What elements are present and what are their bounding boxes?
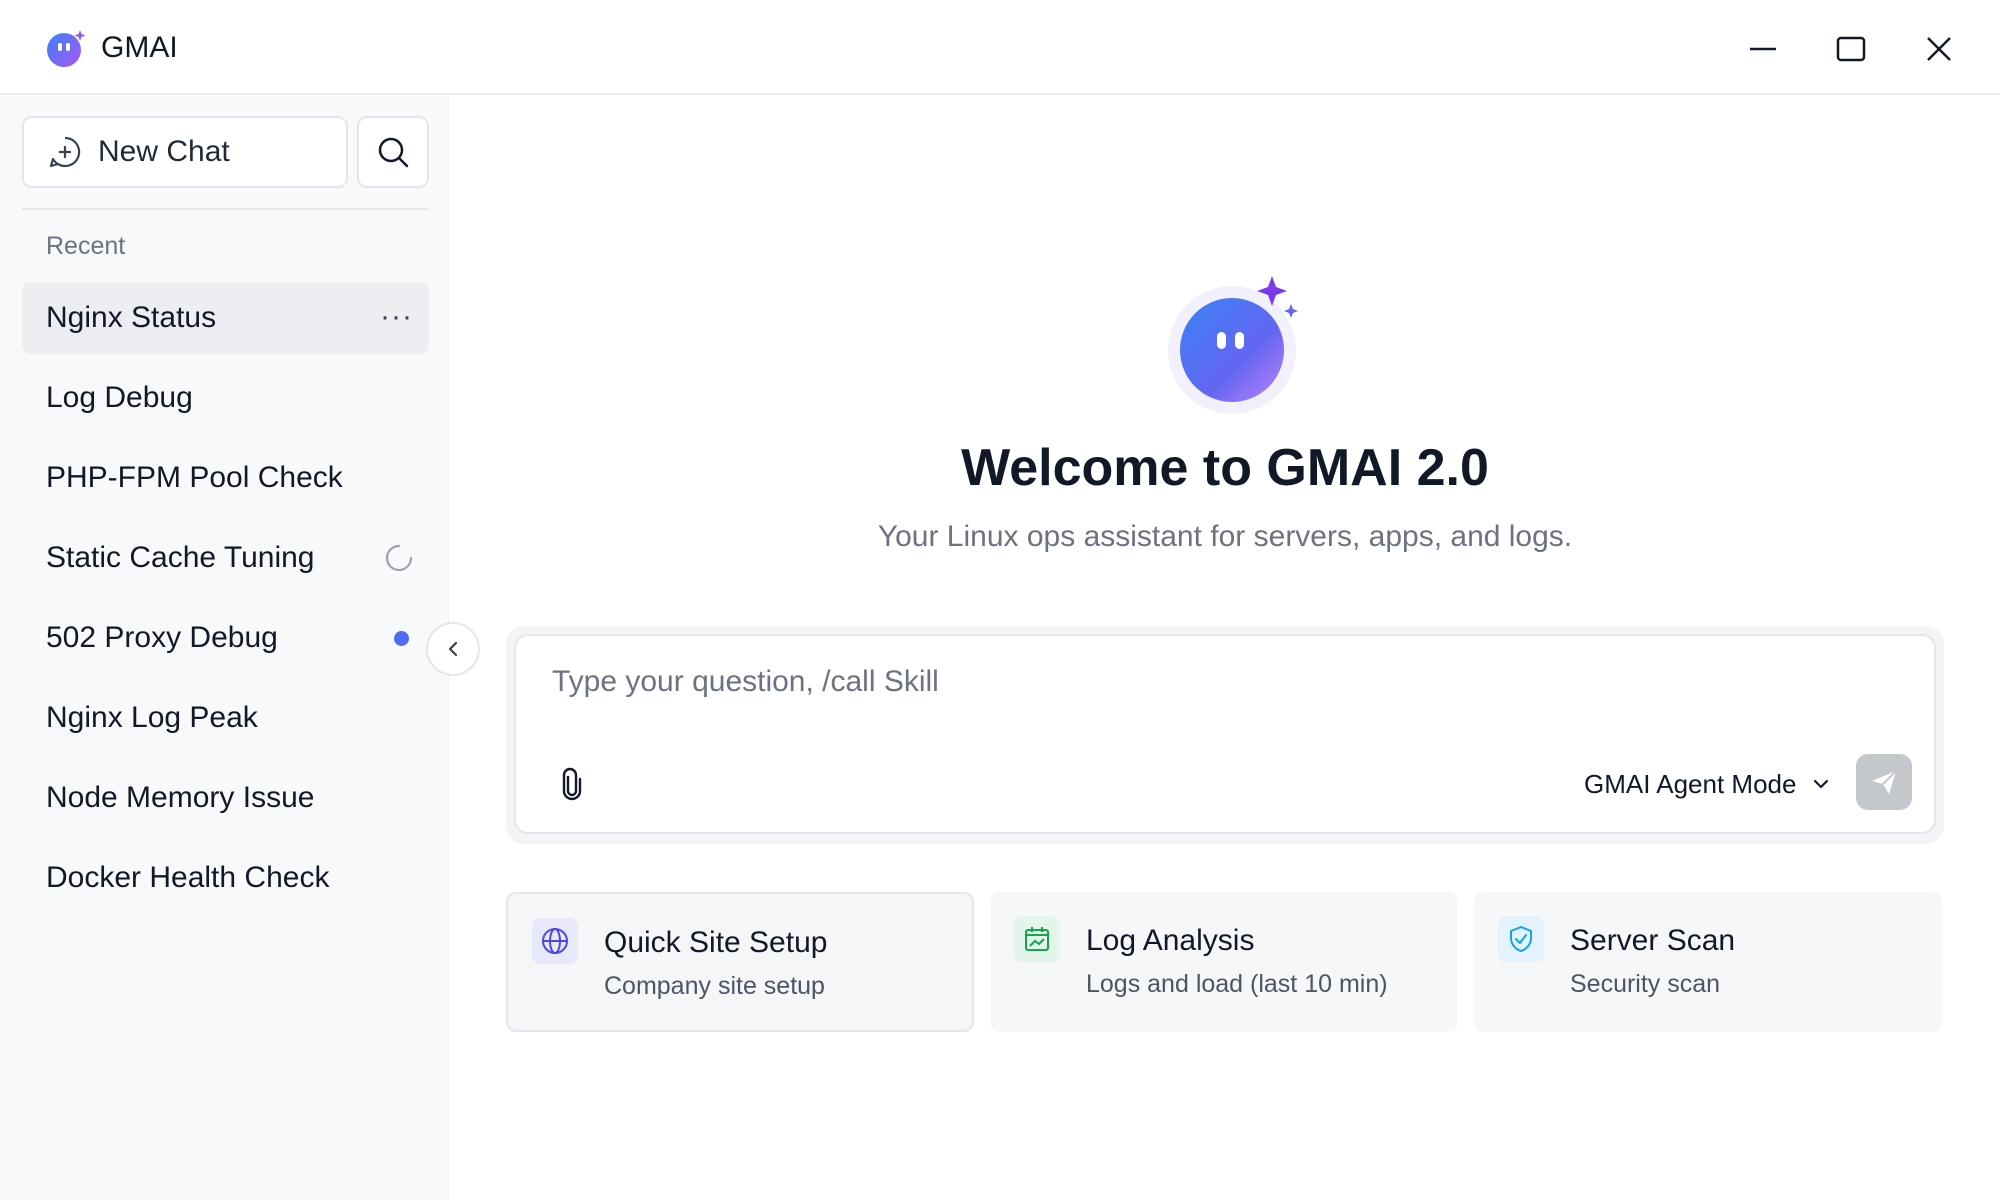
card-icon-wrap (1498, 916, 1544, 962)
assistant-avatar-icon (1168, 276, 1298, 414)
question-input[interactable] (552, 658, 1852, 706)
chat-item-label: Nginx Status (46, 301, 217, 334)
collapse-sidebar-button[interactable] (426, 622, 480, 676)
composer: GMAI Agent Mode (514, 634, 1936, 834)
more-options-icon[interactable]: ··· (380, 300, 413, 334)
suggestion-card-quick-site-setup[interactable]: Quick Site Setup Company site setup (506, 892, 974, 1032)
agent-mode-label: GMAI Agent Mode (1584, 768, 1797, 799)
card-subtitle: Company site setup (604, 972, 825, 1000)
close-button[interactable] (1914, 24, 1964, 74)
maximize-icon (1836, 36, 1866, 62)
card-icon-wrap (1014, 916, 1060, 962)
chat-item-php-fpm-pool-check[interactable]: PHP-FPM Pool Check (22, 442, 429, 514)
minimize-button[interactable] (1738, 24, 1788, 74)
chat-item-nginx-status[interactable]: Nginx Status ··· (22, 282, 429, 354)
search-icon (378, 137, 409, 168)
recent-heading: Recent (46, 232, 126, 260)
welcome-subtitle: Your Linux ops assistant for servers, ap… (877, 520, 1573, 553)
new-chat-button[interactable]: New Chat (22, 116, 348, 188)
card-subtitle: Logs and load (last 10 min) (1086, 970, 1388, 998)
chat-item-label: Node Memory Issue (46, 781, 315, 814)
search-button[interactable] (357, 116, 429, 188)
chat-item-label: Docker Health Check (46, 861, 330, 894)
new-chat-label: New Chat (98, 135, 230, 168)
card-title: Server Scan (1570, 924, 1736, 957)
card-icon-wrap (532, 918, 578, 964)
paperclip-icon (562, 767, 582, 801)
card-title: Log Analysis (1086, 924, 1255, 957)
chat-item-node-memory-issue[interactable]: Node Memory Issue (22, 762, 429, 834)
card-title: Quick Site Setup (604, 926, 828, 959)
welcome-heading: Welcome to GMAI 2.0 (961, 439, 1489, 497)
app-logo-icon (47, 30, 86, 67)
chevron-down-icon (1814, 779, 1829, 789)
sidebar-divider (22, 208, 429, 210)
card-subtitle: Security scan (1570, 970, 1721, 998)
chat-item-label: Static Cache Tuning (46, 541, 315, 574)
app-title: GMAI (101, 31, 178, 64)
chat-item-label: 502 Proxy Debug (46, 621, 278, 654)
attach-button[interactable] (552, 764, 592, 804)
plus-chat-icon (49, 136, 81, 168)
main-panel: Welcome to GMAI 2.0 Your Linux ops assis… (450, 96, 2000, 1200)
chat-item-log-debug[interactable]: Log Debug (22, 362, 429, 434)
close-icon (1927, 37, 1951, 61)
globe-icon (542, 928, 568, 954)
send-icon (1872, 770, 1897, 794)
unread-dot-icon (394, 631, 409, 646)
chat-item-label: PHP-FPM Pool Check (46, 461, 343, 494)
chevron-left-icon (448, 641, 458, 657)
chat-item-label: Log Debug (46, 381, 193, 414)
chat-item-docker-health-check[interactable]: Docker Health Check (22, 842, 429, 914)
suggestion-card-log-analysis[interactable]: Log Analysis Logs and load (last 10 min) (990, 892, 1458, 1032)
title-bar: GMAI (0, 0, 2000, 95)
chat-item-502-proxy-debug[interactable]: 502 Proxy Debug (22, 602, 429, 674)
calendar-chart-icon (1025, 927, 1049, 951)
chat-item-label: Nginx Log Peak (46, 701, 258, 734)
suggestion-card-server-scan[interactable]: Server Scan Security scan (1474, 892, 1942, 1032)
chat-item-nginx-log-peak[interactable]: Nginx Log Peak (22, 682, 429, 754)
chat-item-static-cache-tuning[interactable]: Static Cache Tuning (22, 522, 429, 594)
send-button[interactable] (1856, 754, 1912, 810)
shield-check-icon (1510, 926, 1532, 952)
loading-spinner-icon (385, 544, 413, 572)
maximize-button[interactable] (1826, 24, 1876, 74)
agent-mode-select[interactable]: GMAI Agent Mode (1584, 764, 1832, 804)
minimize-icon (1750, 47, 1776, 51)
sidebar: New Chat Recent Nginx Status ··· Log Deb… (0, 96, 449, 1200)
